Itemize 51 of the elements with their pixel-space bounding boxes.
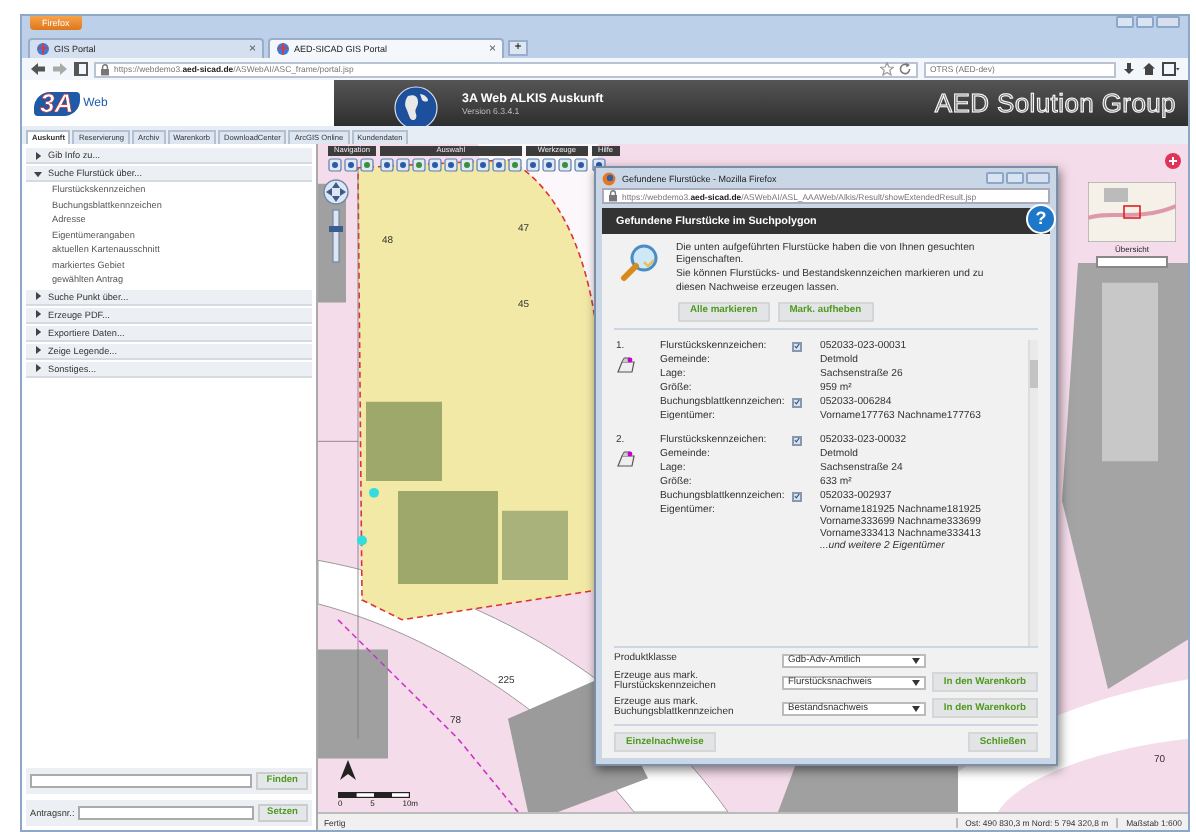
help-button[interactable]: ? (1026, 204, 1056, 234)
request-input[interactable] (78, 806, 254, 820)
star-icon[interactable] (880, 62, 894, 76)
tool-icon[interactable] (443, 158, 458, 172)
marker-icon[interactable] (1164, 152, 1182, 170)
tool-icon[interactable] (491, 158, 506, 172)
tool-icon[interactable] (379, 158, 394, 172)
caret-icon (912, 705, 920, 712)
brand-logo: AED Solution Group (934, 88, 1176, 118)
lock-icon (608, 190, 618, 202)
tool-icon[interactable] (525, 158, 540, 172)
tool-icon[interactable] (344, 158, 358, 172)
tool-icon[interactable] (427, 158, 442, 172)
tool-icon[interactable] (360, 158, 374, 172)
globe-icon (36, 42, 50, 56)
tool-icon[interactable] (411, 158, 426, 172)
input-field[interactable] (1096, 256, 1168, 268)
overview-map[interactable] (1088, 182, 1176, 242)
download-icon[interactable] (1122, 62, 1136, 76)
navigation-control-drawing[interactable] (322, 178, 350, 266)
checkbox[interactable] (792, 491, 802, 502)
north-arrow-icon (340, 760, 356, 780)
tool-icon[interactable] (328, 158, 342, 172)
lock-icon (100, 63, 110, 75)
tool-icon[interactable] (459, 158, 474, 172)
scrollbar[interactable] (1028, 339, 1038, 646)
tool-icon[interactable] (541, 158, 556, 172)
parcel-icon (616, 355, 636, 374)
sidebar-icon[interactable] (74, 62, 88, 76)
logo-mark: 3A (34, 91, 80, 115)
tool-icon[interactable] (557, 158, 572, 172)
parcel-icon (616, 449, 636, 468)
back-icon[interactable] (30, 62, 46, 76)
reload-icon[interactable] (898, 62, 912, 76)
home-icon[interactable] (1142, 62, 1156, 76)
firefox-icon (602, 171, 616, 185)
checkbox[interactable] (792, 435, 802, 446)
magnifier-icon (620, 242, 660, 282)
tool-icon[interactable] (573, 158, 588, 172)
search-input[interactable] (30, 774, 253, 788)
checkbox[interactable] (792, 397, 802, 408)
tool-icon[interactable] (475, 158, 490, 172)
caret-icon (912, 657, 920, 664)
scale-bar (338, 792, 410, 798)
checkbox[interactable] (792, 341, 802, 352)
tool-icon[interactable] (507, 158, 522, 172)
globe-icon (394, 85, 438, 129)
globe-icon (276, 42, 290, 56)
caret-icon (912, 679, 920, 686)
menu-icon[interactable] (1162, 62, 1180, 76)
tool-icon[interactable] (395, 158, 410, 172)
